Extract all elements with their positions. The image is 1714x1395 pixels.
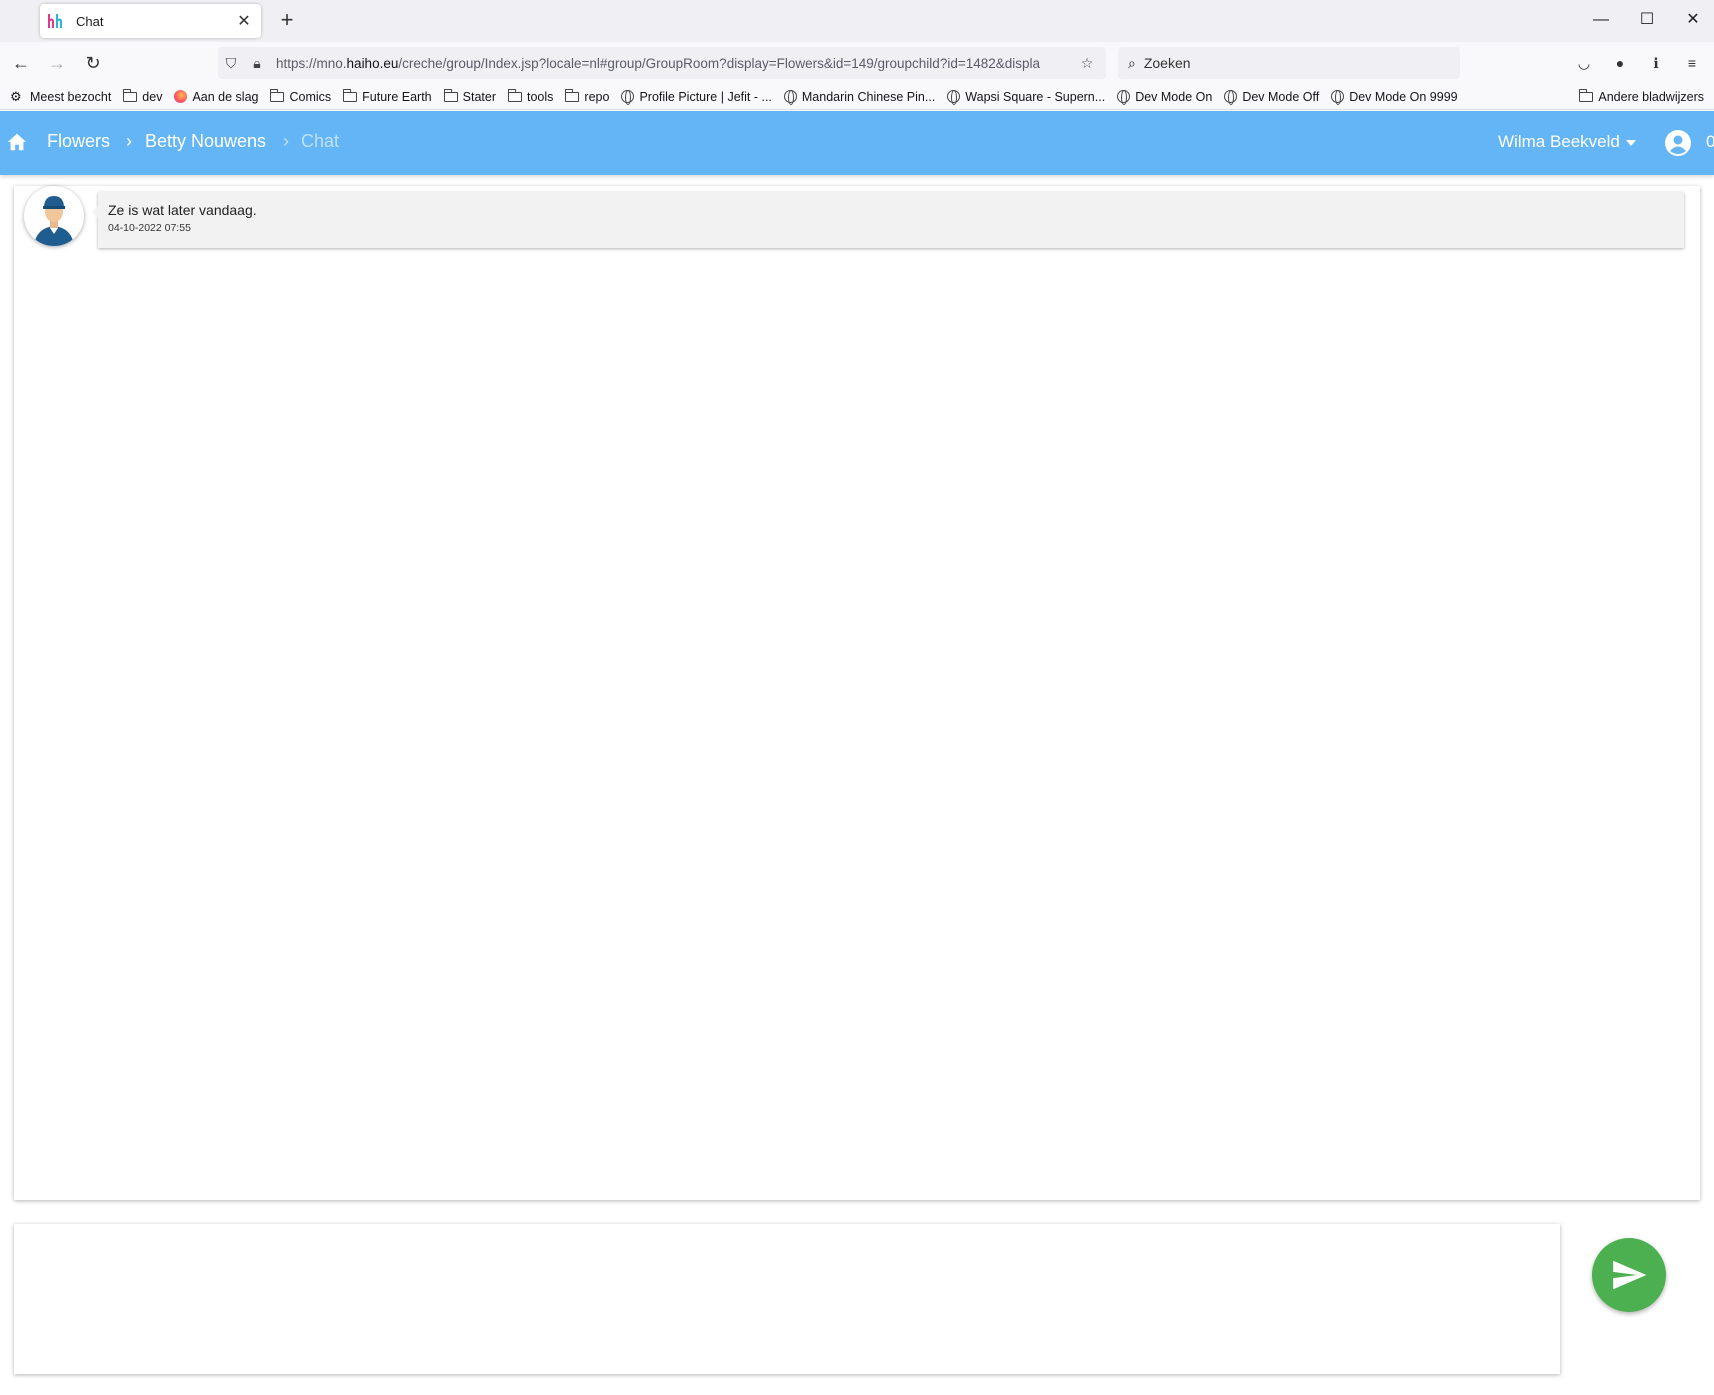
folder-icon — [343, 88, 358, 102]
bookmarks-bar: ⚙ Meest bezocht dev Aan de slag Comics Fu… — [0, 84, 1714, 110]
breadcrumb-betty-nouwens[interactable]: Betty Nouwens — [145, 131, 266, 152]
window-close-icon[interactable]: ✕ — [1678, 8, 1708, 32]
menu-icon[interactable]: ≡ — [1682, 53, 1702, 73]
bookmark-star-icon[interactable]: ☆ — [1074, 55, 1100, 72]
gear-icon: ⚙ — [10, 88, 22, 104]
user-menu-dropdown[interactable]: Wilma Beekveld — [1498, 132, 1636, 152]
bookmark-dev-mode-on[interactable]: Dev Mode On — [1117, 90, 1212, 105]
shield-icon[interactable]: ⛉ — [218, 55, 244, 72]
message-text: Ze is wat later vandaag. — [108, 202, 257, 218]
browser-tab-bar: Chat ✕ + — ☐ ✕ — [0, 0, 1714, 42]
forward-arrow-icon[interactable]: → — [44, 51, 70, 75]
chat-messages-panel[interactable]: Ze is wat later vandaag. 04-10-2022 07:5… — [14, 186, 1700, 1200]
breadcrumb-chat: Chat — [301, 131, 340, 151]
search-icon: ⌕ — [1128, 54, 1136, 71]
other-bookmarks[interactable]: Andere bladwijzers — [1579, 89, 1704, 104]
bookmark-comics[interactable]: Comics — [270, 88, 331, 104]
globe-icon — [1117, 90, 1131, 105]
bookmark-stater[interactable]: Stater — [443, 88, 496, 104]
home-icon[interactable] — [6, 131, 28, 153]
tab-title: Chat — [76, 13, 104, 29]
browser-nav-bar: ← → ↻ ⛉ 🔒︎ https://mno.haiho.eu/creche/g… — [0, 42, 1714, 84]
haiho-favicon-icon — [48, 14, 62, 28]
browser-tab-chat[interactable]: Chat ✕ — [40, 4, 261, 38]
account-extra-text: 0 — [1706, 132, 1714, 151]
message-input[interactable] — [14, 1224, 1560, 1374]
folder-icon — [565, 88, 580, 102]
message-timestamp: 04-10-2022 07:55 — [108, 222, 191, 234]
folder-icon — [123, 88, 138, 102]
folder-icon — [270, 88, 285, 102]
breadcrumb-flowers[interactable]: Flowers — [47, 131, 110, 152]
globe-icon — [783, 90, 797, 105]
bookmark-mandarin-chinese[interactable]: Mandarin Chinese Pin... — [783, 90, 935, 105]
globe-icon — [1331, 90, 1345, 105]
bookmark-dev-mode-on-9999[interactable]: Dev Mode On 9999 — [1331, 90, 1458, 105]
folder-icon — [1579, 89, 1594, 102]
globe-icon — [947, 90, 961, 105]
bookmark-tools[interactable]: tools — [508, 88, 553, 104]
bookmark-meest-bezocht[interactable]: ⚙ Meest bezocht — [10, 90, 111, 104]
send-button[interactable] — [1592, 1238, 1666, 1312]
pocket-icon[interactable]: ◡ — [1574, 53, 1594, 73]
avatar — [24, 186, 84, 246]
extension-icon[interactable]: ● — [1610, 53, 1630, 73]
url-bar[interactable]: ⛉ 🔒︎ https://mno.haiho.eu/creche/group/I… — [218, 47, 1106, 79]
maximize-icon[interactable]: ☐ — [1632, 8, 1662, 32]
globe-icon — [1224, 90, 1238, 105]
search-placeholder: Zoeken — [1143, 55, 1191, 71]
tab-close-icon[interactable]: ✕ — [235, 11, 253, 31]
bookmark-profile-picture[interactable]: Profile Picture | Jefit - ... — [621, 90, 772, 105]
send-icon — [1613, 1260, 1647, 1290]
new-tab-button[interactable]: + — [274, 8, 300, 34]
bookmark-dev-mode-off[interactable]: Dev Mode Off — [1224, 90, 1319, 105]
message-bubble: Ze is wat later vandaag. 04-10-2022 07:5… — [92, 192, 1684, 248]
bookmark-repo[interactable]: repo — [565, 88, 609, 104]
bookmark-wapsi-square[interactable]: Wapsi Square - Supern... — [947, 90, 1105, 105]
folder-icon — [443, 88, 458, 102]
chevron-right-icon: › — [283, 131, 289, 151]
minimize-icon[interactable]: — — [1586, 8, 1616, 32]
bookmark-dev[interactable]: dev — [123, 88, 162, 104]
user-avatar-icon — [34, 196, 74, 246]
app-header: Flowers › Betty Nouwens › Chat Wilma Bee… — [0, 111, 1714, 175]
chevron-right-icon: › — [126, 131, 132, 151]
caret-down-icon — [1625, 139, 1636, 146]
firefox-icon — [174, 90, 188, 103]
folder-icon — [508, 88, 522, 102]
bookmark-future-earth[interactable]: Future Earth — [343, 88, 432, 104]
reload-icon[interactable]: ↻ — [80, 51, 106, 75]
url-text[interactable]: https://mno.haiho.eu/creche/group/Index.… — [276, 56, 1074, 71]
chat-message: Ze is wat later vandaag. 04-10-2022 07:5… — [24, 186, 1694, 248]
bookmark-aan-de-slag[interactable]: Aan de slag — [174, 90, 258, 104]
globe-icon — [621, 90, 635, 105]
back-arrow-icon[interactable]: ← — [8, 51, 34, 75]
account-circle-icon[interactable] — [1664, 129, 1692, 157]
search-field[interactable]: ⌕ Zoeken — [1118, 47, 1460, 79]
info-extension-icon[interactable]: ℹ — [1646, 53, 1666, 73]
lock-icon[interactable]: 🔒︎ — [244, 55, 270, 72]
